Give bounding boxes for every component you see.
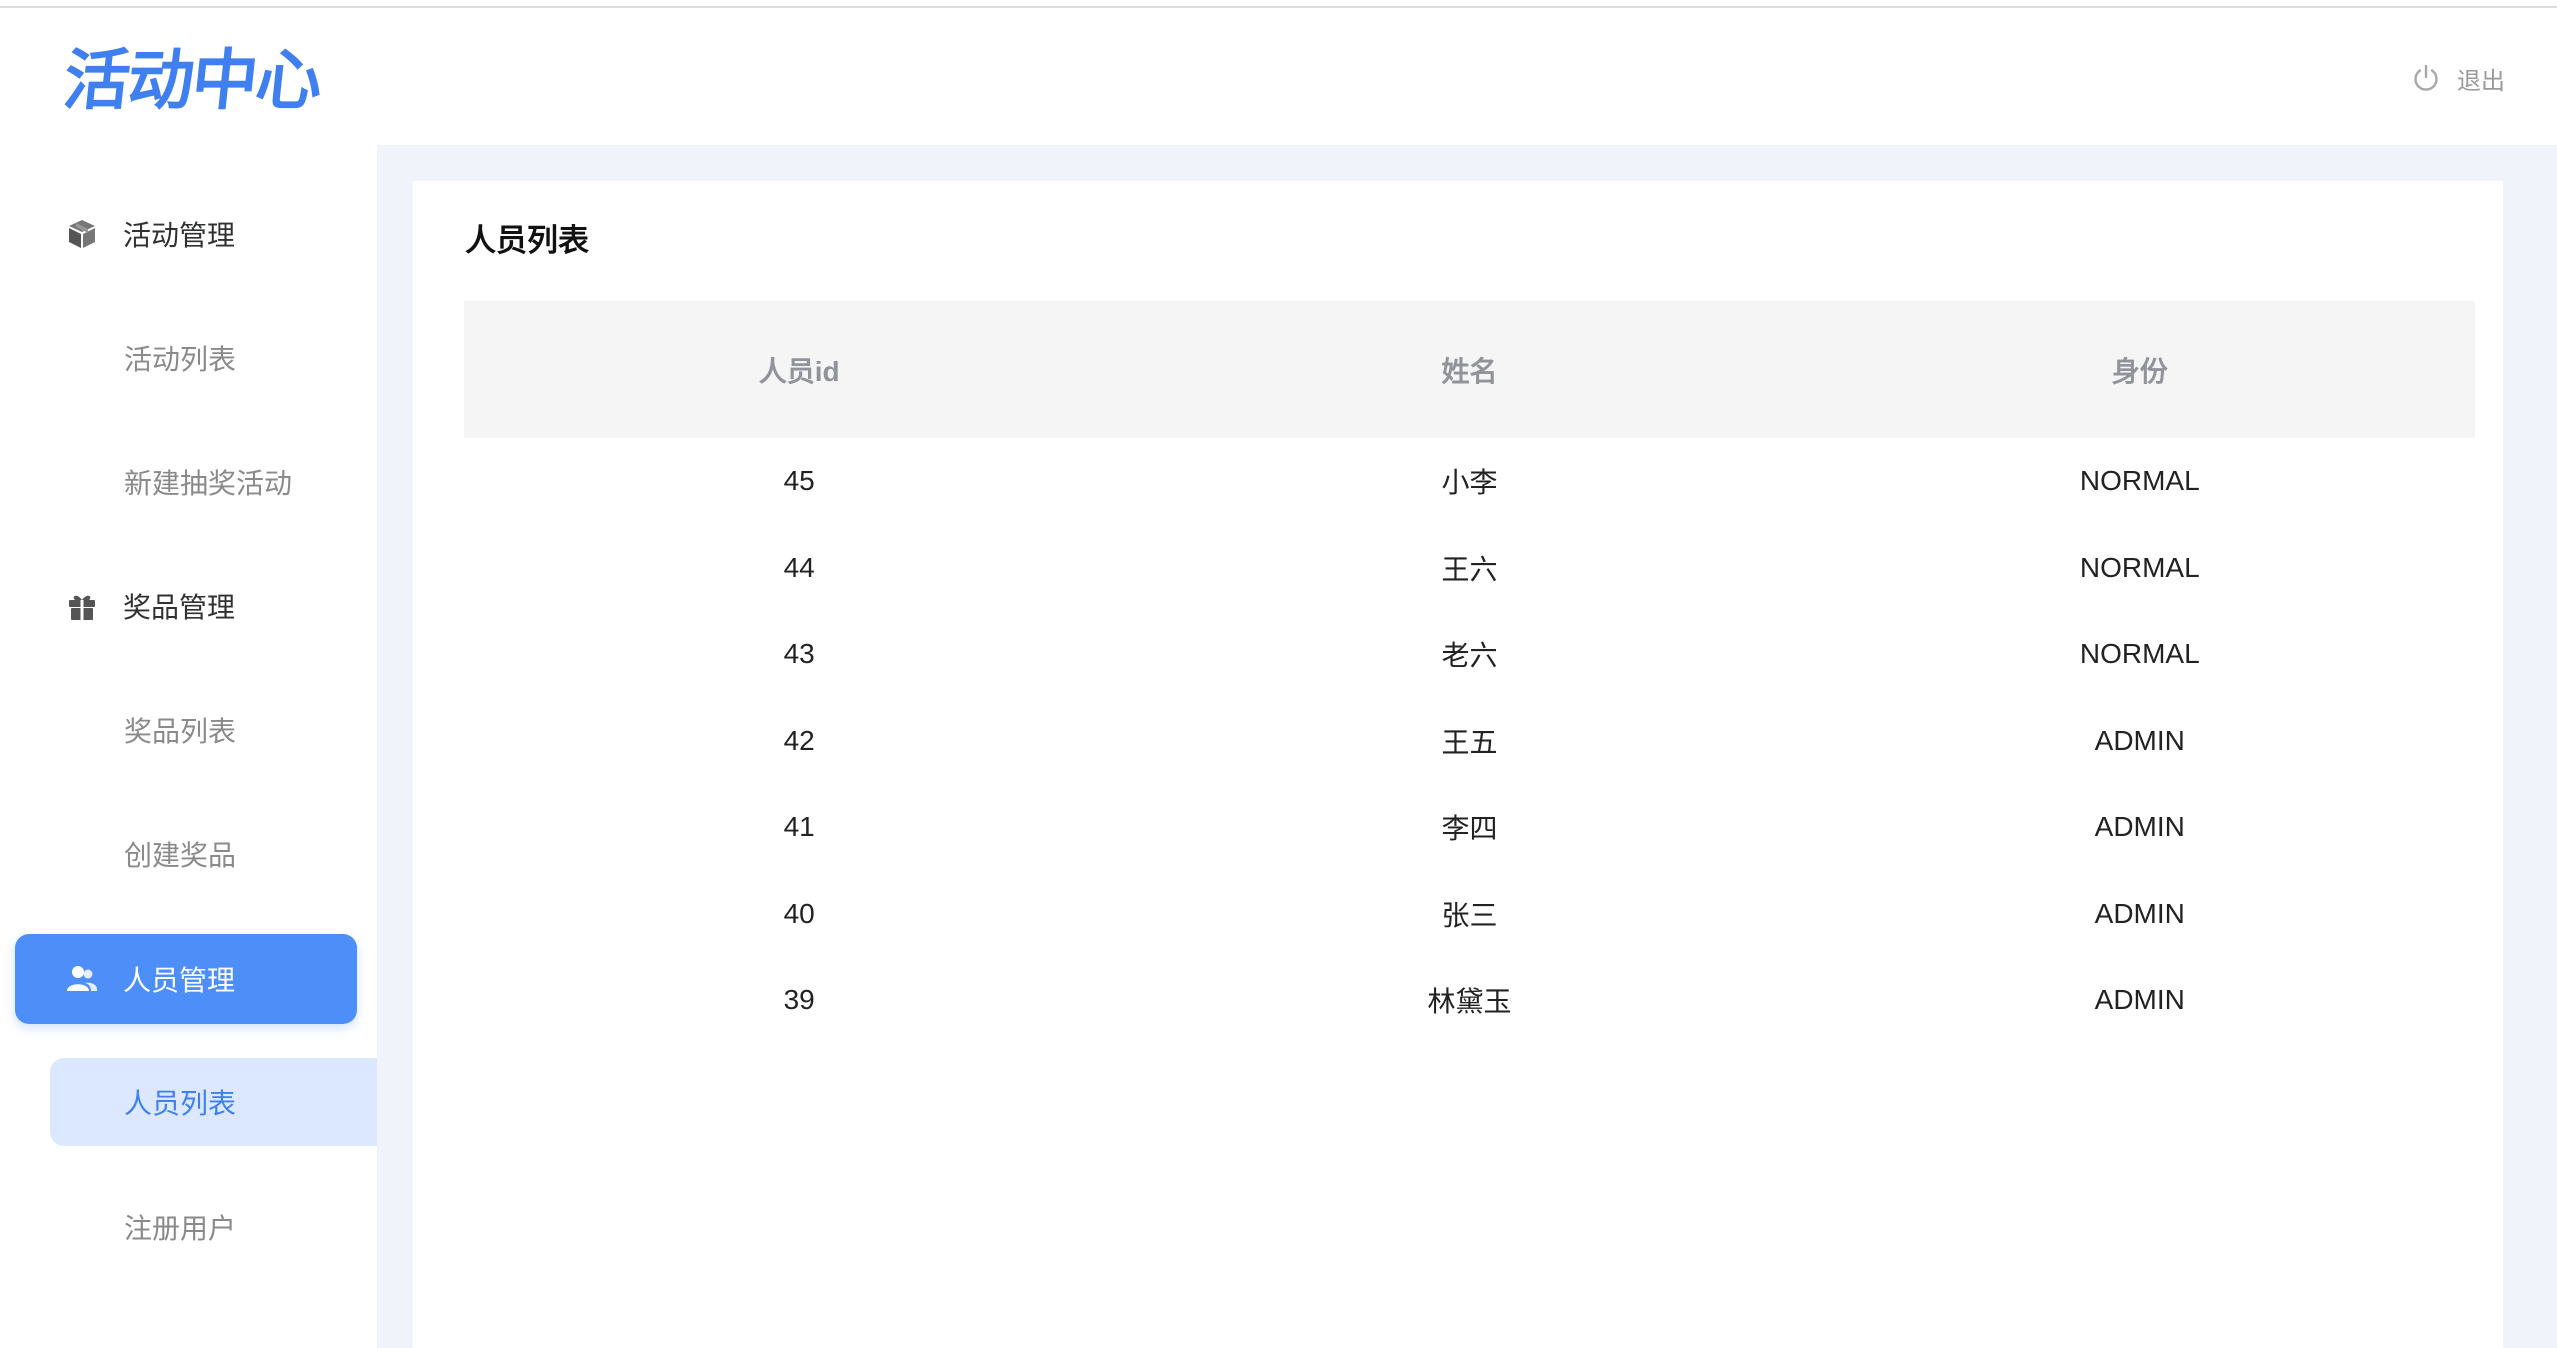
main-content: 人员列表 人员id 姓名 身份 45 小李 NORMAL 44 王六 NORMA… [377, 145, 2557, 1348]
table-cell: 张三 [1441, 899, 1498, 931]
table-cell: 45 [783, 465, 815, 497]
sidebar-group-activity[interactable]: 活动管理 [15, 189, 357, 279]
app-header: 活动中心 退出 [0, 8, 2557, 145]
table-cell: 王六 [1441, 553, 1498, 585]
logout-button[interactable]: 退出 [2411, 58, 2505, 98]
sidebar-group-label: 奖品管理 [123, 592, 236, 623]
cube-icon [65, 217, 99, 251]
sidebar-group-label: 活动管理 [123, 220, 236, 251]
table-cell: 42 [783, 724, 815, 756]
table-row: 44 王六 NORMAL [464, 525, 2475, 612]
table-cell: ADMIN [2094, 897, 2185, 929]
table-cell: NORMAL [2079, 465, 2200, 497]
table-cell: 小李 [1441, 467, 1498, 499]
table-cell: NORMAL [2079, 638, 2200, 670]
sidebar-group-prize[interactable]: 奖品管理 [15, 561, 357, 651]
page-title: 人员列表 [465, 223, 589, 258]
sidebar-item-new-lottery[interactable]: 新建抽奖活动 [50, 438, 377, 526]
people-table: 人员id 姓名 身份 45 小李 NORMAL 44 王六 NORMAL 43 … [464, 301, 2475, 1044]
table-cell: 老六 [1441, 640, 1498, 672]
table-cell: 李四 [1441, 813, 1498, 845]
sidebar-item-label: 新建抽奖活动 [124, 468, 293, 499]
sidebar-item-label: 创建奖品 [124, 840, 237, 871]
table-row: 43 老六 NORMAL [464, 611, 2475, 698]
sidebar-item-prize-list[interactable]: 奖品列表 [50, 686, 377, 774]
sidebar-item-label: 奖品列表 [124, 716, 237, 747]
sidebar-item-activity-list[interactable]: 活动列表 [50, 314, 377, 402]
table-cell: ADMIN [2094, 984, 2185, 1016]
table-cell: 44 [783, 551, 815, 583]
sidebar-item-label: 人员列表 [124, 1088, 237, 1119]
table-header: 人员id 姓名 身份 [464, 301, 2475, 438]
logout-label: 退出 [2457, 67, 2505, 95]
column-header: 身份 [2111, 355, 2168, 387]
table-cell: NORMAL [2079, 551, 2200, 583]
table-cell: 43 [783, 638, 815, 670]
sidebar: 活动管理 活动列表 新建抽奖活动 奖品管理 奖品列表 创建奖品 人员管理 人员列… [0, 145, 377, 1348]
gift-icon [65, 589, 99, 623]
sidebar-item-people-list[interactable]: 人员列表 [50, 1058, 377, 1146]
sidebar-item-register-user[interactable]: 注册用户 [50, 1183, 377, 1271]
table-cell: 40 [783, 897, 815, 929]
table-row: 45 小李 NORMAL [464, 438, 2475, 525]
table-row: 41 李四 ADMIN [464, 784, 2475, 871]
table-row: 40 张三 ADMIN [464, 871, 2475, 958]
column-header: 姓名 [1441, 355, 1498, 387]
table-cell: 39 [783, 984, 815, 1016]
sidebar-group-label: 人员管理 [123, 965, 236, 996]
sidebar-item-label: 活动列表 [124, 344, 237, 375]
power-icon [2411, 63, 2441, 93]
sidebar-item-create-prize[interactable]: 创建奖品 [50, 810, 377, 898]
table-cell: ADMIN [2094, 811, 2185, 843]
table-cell: ADMIN [2094, 724, 2185, 756]
app-logo: 活动中心 [60, 42, 325, 119]
table-cell: 林黛玉 [1427, 986, 1512, 1018]
table-cell: 41 [783, 811, 815, 843]
sidebar-item-label: 注册用户 [124, 1213, 237, 1244]
table-cell: 王五 [1441, 726, 1498, 758]
content-card: 人员列表 人员id 姓名 身份 45 小李 NORMAL 44 王六 NORMA… [413, 181, 2503, 1348]
table-row: 39 林黛玉 ADMIN [464, 957, 2475, 1044]
users-icon [65, 962, 99, 996]
column-header: 人员id [758, 355, 840, 387]
sidebar-group-people[interactable]: 人员管理 [15, 934, 357, 1024]
table-row: 42 王五 ADMIN [464, 698, 2475, 785]
